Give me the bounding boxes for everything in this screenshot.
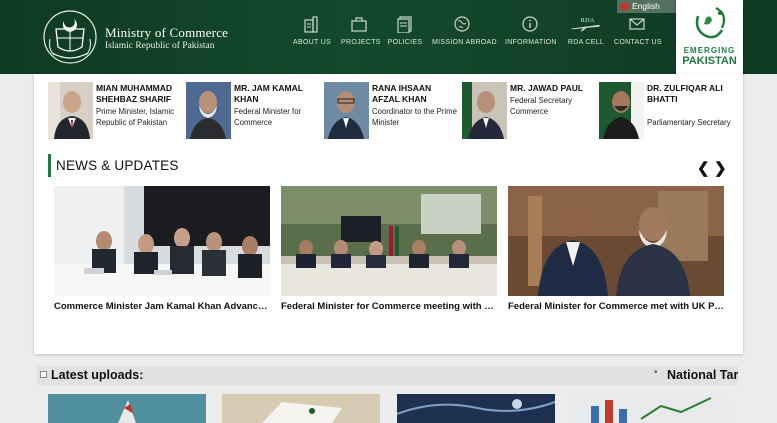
official-name: RANA IHSAAN AFZAL KHAN [372,83,432,104]
nav-projects[interactable]: PROJECTS [341,15,381,55]
official-name: MIAN MUHAMMAD SHEHBAZ SHARIF [96,83,173,104]
official-role: Parliamentary Secretary [647,118,731,127]
nav-label: RDA CELL [567,39,605,46]
section-accent-bar [48,154,51,177]
nav-label: INFORMATION [505,39,557,46]
site-subtitle: Islamic Republic of Pakistan [105,41,215,51]
nav-about-us[interactable]: ABOUT US [293,15,332,55]
official-role: Federal Minister for Commerce [234,107,302,127]
language-label: English [632,1,660,11]
emerging-line1: EMERGING [683,46,736,55]
news-caption[interactable]: Commerce Minister Jam Kamal Khan Advance… [54,301,270,312]
official-name: MR. JAM KAMAL KHAN [234,83,303,104]
nav-policies[interactable]: POLICIES [387,15,423,55]
news-section-title: NEWS & UPDATES [56,158,179,173]
official-photo[interactable] [186,82,231,139]
globe-icon [454,16,470,32]
news-image[interactable] [281,186,497,296]
official-photo[interactable] [599,82,644,139]
official-role: Coordinator to the Prime Minister [372,107,457,127]
nav-label: PROJECTS [341,39,381,46]
upload-thumbnail[interactable] [397,394,555,423]
official-name: DR. ZULFIQAR ALI BHATTI [647,83,723,104]
official-card[interactable]: MR. JAM KAMAL KHAN Federal Minister for … [186,82,321,142]
nav-mission-abroad[interactable]: MISSION ABROAD [432,15,497,55]
info-icon [522,16,538,32]
official-card[interactable]: MR. JAWAD PAUL Federal Secretary Commerc… [462,82,597,142]
official-name: MR. JAWAD PAUL [510,83,584,93]
bullet-icon: • [654,367,658,378]
flag-icon [620,2,629,11]
official-card[interactable]: DR. ZULFIQAR ALI BHATTI Parliamentary Se… [599,82,734,142]
carousel-next-button[interactable]: ❯ [714,159,727,177]
airplane-icon: RDA [571,17,601,32]
state-emblem-icon[interactable] [42,9,98,65]
upload-thumbnail[interactable] [571,394,729,423]
rda-badge: RDA [581,17,595,24]
news-image[interactable] [54,186,270,296]
nav-information[interactable]: INFORMATION [505,15,557,55]
emerging-pakistan-logo[interactable]: EMERGING PAKISTAN [676,0,743,74]
latest-uploads-title: Latest uploads: [51,368,144,382]
official-role: Federal Secretary Commerce [510,96,572,116]
carousel-prev-button[interactable]: ❮ [697,159,710,177]
upload-thumbnail[interactable] [48,394,206,423]
document-icon [397,16,412,33]
building-icon [304,16,318,33]
upload-thumbnail[interactable] [222,394,380,423]
official-photo[interactable] [462,82,507,139]
official-photo[interactable] [48,82,93,139]
news-caption[interactable]: Federal Minister for Commerce meeting wi… [281,301,497,312]
nav-label: POLICIES [387,39,423,46]
checkbox-icon [40,371,47,378]
main-content-card: MIAN MUHAMMAD SHEHBAZ SHARIF Prime Minis… [34,74,743,354]
official-role: Prime Minister, Islamic Republic of Paki… [96,107,174,127]
nav-contact-us[interactable]: CONTACT US [614,15,662,55]
envelope-icon [629,18,645,30]
news-image[interactable] [508,186,724,296]
nav-label: ABOUT US [293,39,332,46]
nav-rda-cell[interactable]: RDA RDA CELL [566,15,606,55]
site-title[interactable]: Ministry of Commerce [105,25,228,41]
news-caption[interactable]: Federal Minister for Commerce met with U… [508,301,724,312]
briefcase-icon [351,17,367,32]
official-photo[interactable] [324,82,369,139]
uploads-ticker-link[interactable]: National Tariff Policy [667,368,738,382]
nav-label: MISSION ABROAD [432,39,497,46]
nav-label: CONTACT US [614,39,662,46]
official-card[interactable]: MIAN MUHAMMAD SHEHBAZ SHARIF Prime Minis… [48,82,183,142]
emerging-line2: PAKISTAN [682,55,737,67]
official-card[interactable]: RANA IHSAAN AFZAL KHAN Coordinator to th… [324,82,459,142]
site-header: Ministry of Commerce Islamic Republic of… [0,0,777,74]
